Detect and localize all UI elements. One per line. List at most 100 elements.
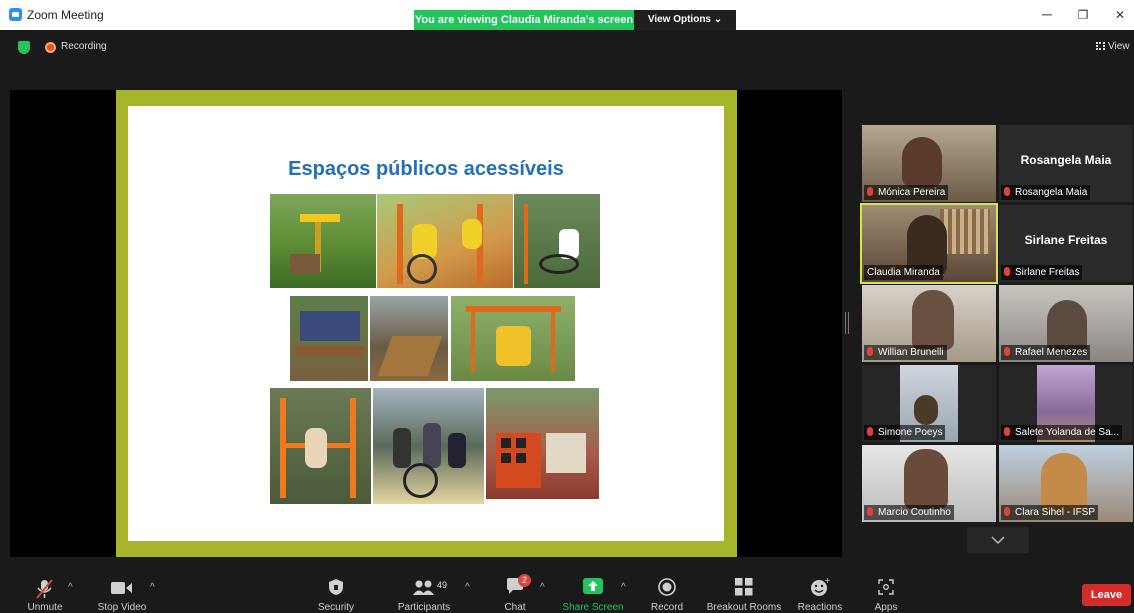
participant-video [1041, 453, 1087, 513]
participants-button[interactable]: 49 Participants [392, 572, 456, 613]
view-options-label: View Options [647, 14, 711, 25]
video-camera-icon [111, 582, 132, 594]
record-icon [658, 578, 676, 596]
minimize-button[interactable]: ─ [1037, 6, 1057, 22]
security-label: Security [317, 602, 355, 613]
participant-name-label: Rafael Menezes [1001, 345, 1091, 360]
mic-muted-icon [867, 427, 873, 436]
participant-video [902, 137, 942, 187]
breakout-rooms-button[interactable]: Breakout Rooms [706, 572, 782, 613]
participants-label: Participants [397, 602, 451, 613]
leave-button[interactable]: Leave [1082, 584, 1131, 606]
participant-name-label: Salete Yolanda de Sa... [1001, 425, 1122, 440]
participant-display-name: Rosangela Maia [1020, 153, 1112, 167]
participant-tile[interactable]: Marcio Coutinho [862, 445, 996, 522]
close-button[interactable]: ✕ [1110, 8, 1130, 22]
participant-tile[interactable]: Rosangela Maia Rosangela Maia [999, 125, 1133, 202]
view-options-button[interactable]: View Options ⌄ [634, 10, 736, 30]
video-options-caret[interactable]: ^ [150, 582, 155, 593]
restore-button[interactable]: ❐ [1073, 8, 1093, 22]
participants-icon [413, 580, 434, 595]
recording-label: Recording [61, 41, 107, 52]
participant-tile[interactable]: Willian Brunelli [862, 285, 996, 362]
stop-video-button[interactable]: Stop Video [96, 572, 148, 613]
reactions-label: Reactions [797, 602, 843, 613]
participant-name-label: Clara Sihel - IFSP [1001, 505, 1099, 520]
share-screen-button[interactable]: Share Screen [562, 572, 624, 613]
unmute-label: Unmute [27, 602, 63, 613]
slide-title: Espaços públicos acessíveis [288, 158, 564, 180]
participant-tile[interactable]: Clara Sihel - IFSP [999, 445, 1133, 522]
share-screen-icon [583, 578, 603, 594]
breakout-rooms-icon [735, 578, 753, 596]
shield-icon[interactable] [18, 41, 30, 54]
park-swing-photo [514, 194, 600, 288]
mic-muted-icon [1004, 187, 1010, 196]
apps-button[interactable]: Apps [866, 572, 906, 613]
security-button[interactable]: Security [315, 572, 357, 613]
recording-icon [45, 42, 56, 53]
participant-name-label: Simone Poeys [864, 425, 946, 440]
window-title: Zoom Meeting [27, 8, 104, 22]
participant-tile[interactable]: Rafael Menezes [999, 285, 1133, 362]
mic-muted-icon [867, 347, 873, 356]
wheelchair-swing-photo [377, 194, 513, 288]
participant-name-label: Mónica Pereira [864, 185, 949, 200]
accessible-swing-photo [451, 296, 575, 381]
mic-muted-icon [867, 187, 873, 196]
mic-muted-icon [1004, 427, 1010, 436]
share-options-caret[interactable]: ^ [621, 582, 626, 593]
chevron-down-icon [991, 536, 1005, 545]
bookshelf-background [940, 209, 990, 254]
ramp-structure-photo [290, 296, 368, 381]
participant-name-label: Rosangela Maia [1001, 185, 1091, 200]
participants-options-caret[interactable]: ^ [465, 582, 470, 593]
shield-icon [329, 579, 343, 595]
stop-video-label: Stop Video [97, 602, 147, 613]
participant-name-label: Claudia Miranda [864, 265, 943, 280]
apps-icon [878, 579, 894, 595]
view-label: View [1108, 41, 1130, 52]
mic-muted-icon [1004, 507, 1010, 516]
participant-video [904, 449, 948, 509]
participant-name-label: Sirlane Freitas [1001, 265, 1083, 280]
view-button[interactable]: View [1096, 41, 1130, 52]
chat-options-caret[interactable]: ^ [540, 582, 545, 593]
unmute-button[interactable]: Unmute [22, 572, 68, 613]
chat-button[interactable]: 2 Chat [496, 572, 534, 613]
microphone-muted-icon [36, 579, 53, 599]
svg-text:+: + [824, 577, 830, 585]
share-screen-label: Share Screen [562, 602, 624, 613]
participant-video [912, 290, 954, 350]
participant-tile[interactable]: Simone Poeys [862, 365, 996, 442]
orange-frame-photo [270, 388, 371, 504]
viewing-screen-banner: You are viewing Claudia Miranda's screen [414, 10, 634, 30]
reactions-button[interactable]: + Reactions [796, 572, 844, 613]
playground-photo [270, 194, 376, 288]
grid-icon [1096, 42, 1105, 50]
zoom-logo-icon [9, 8, 22, 21]
mic-muted-icon [867, 507, 873, 516]
participant-name-label: Marcio Coutinho [864, 505, 954, 520]
record-button[interactable]: Record [648, 572, 686, 613]
apps-label: Apps [874, 602, 898, 613]
panel-resize-handle[interactable] [845, 312, 849, 334]
mic-muted-icon [1004, 267, 1010, 276]
wooden-ramp-photo [370, 296, 448, 381]
participant-name-label: Willian Brunelli [864, 345, 947, 360]
participant-tile[interactable]: Sirlane Freitas Sirlane Freitas [999, 205, 1133, 282]
participant-tile[interactable]: Salete Yolanda de Sa... [999, 365, 1133, 442]
play-panel-photo [486, 388, 599, 499]
crowd-wheelchair-photo [373, 388, 484, 504]
reactions-icon: + [811, 577, 830, 596]
audio-options-caret[interactable]: ^ [68, 582, 73, 593]
record-label: Record [650, 602, 684, 613]
chat-label: Chat [504, 602, 526, 613]
chevron-down-icon: ⌄ [713, 14, 723, 25]
mic-muted-icon [1004, 347, 1010, 356]
participant-tile[interactable]: Mónica Pereira [862, 125, 996, 202]
breakout-rooms-label: Breakout Rooms [706, 602, 782, 613]
slide: Espaços públicos acessíveis [128, 106, 724, 541]
gallery-scroll-down-button[interactable] [967, 527, 1029, 553]
participant-tile-active-speaker[interactable]: Claudia Miranda [860, 203, 998, 284]
